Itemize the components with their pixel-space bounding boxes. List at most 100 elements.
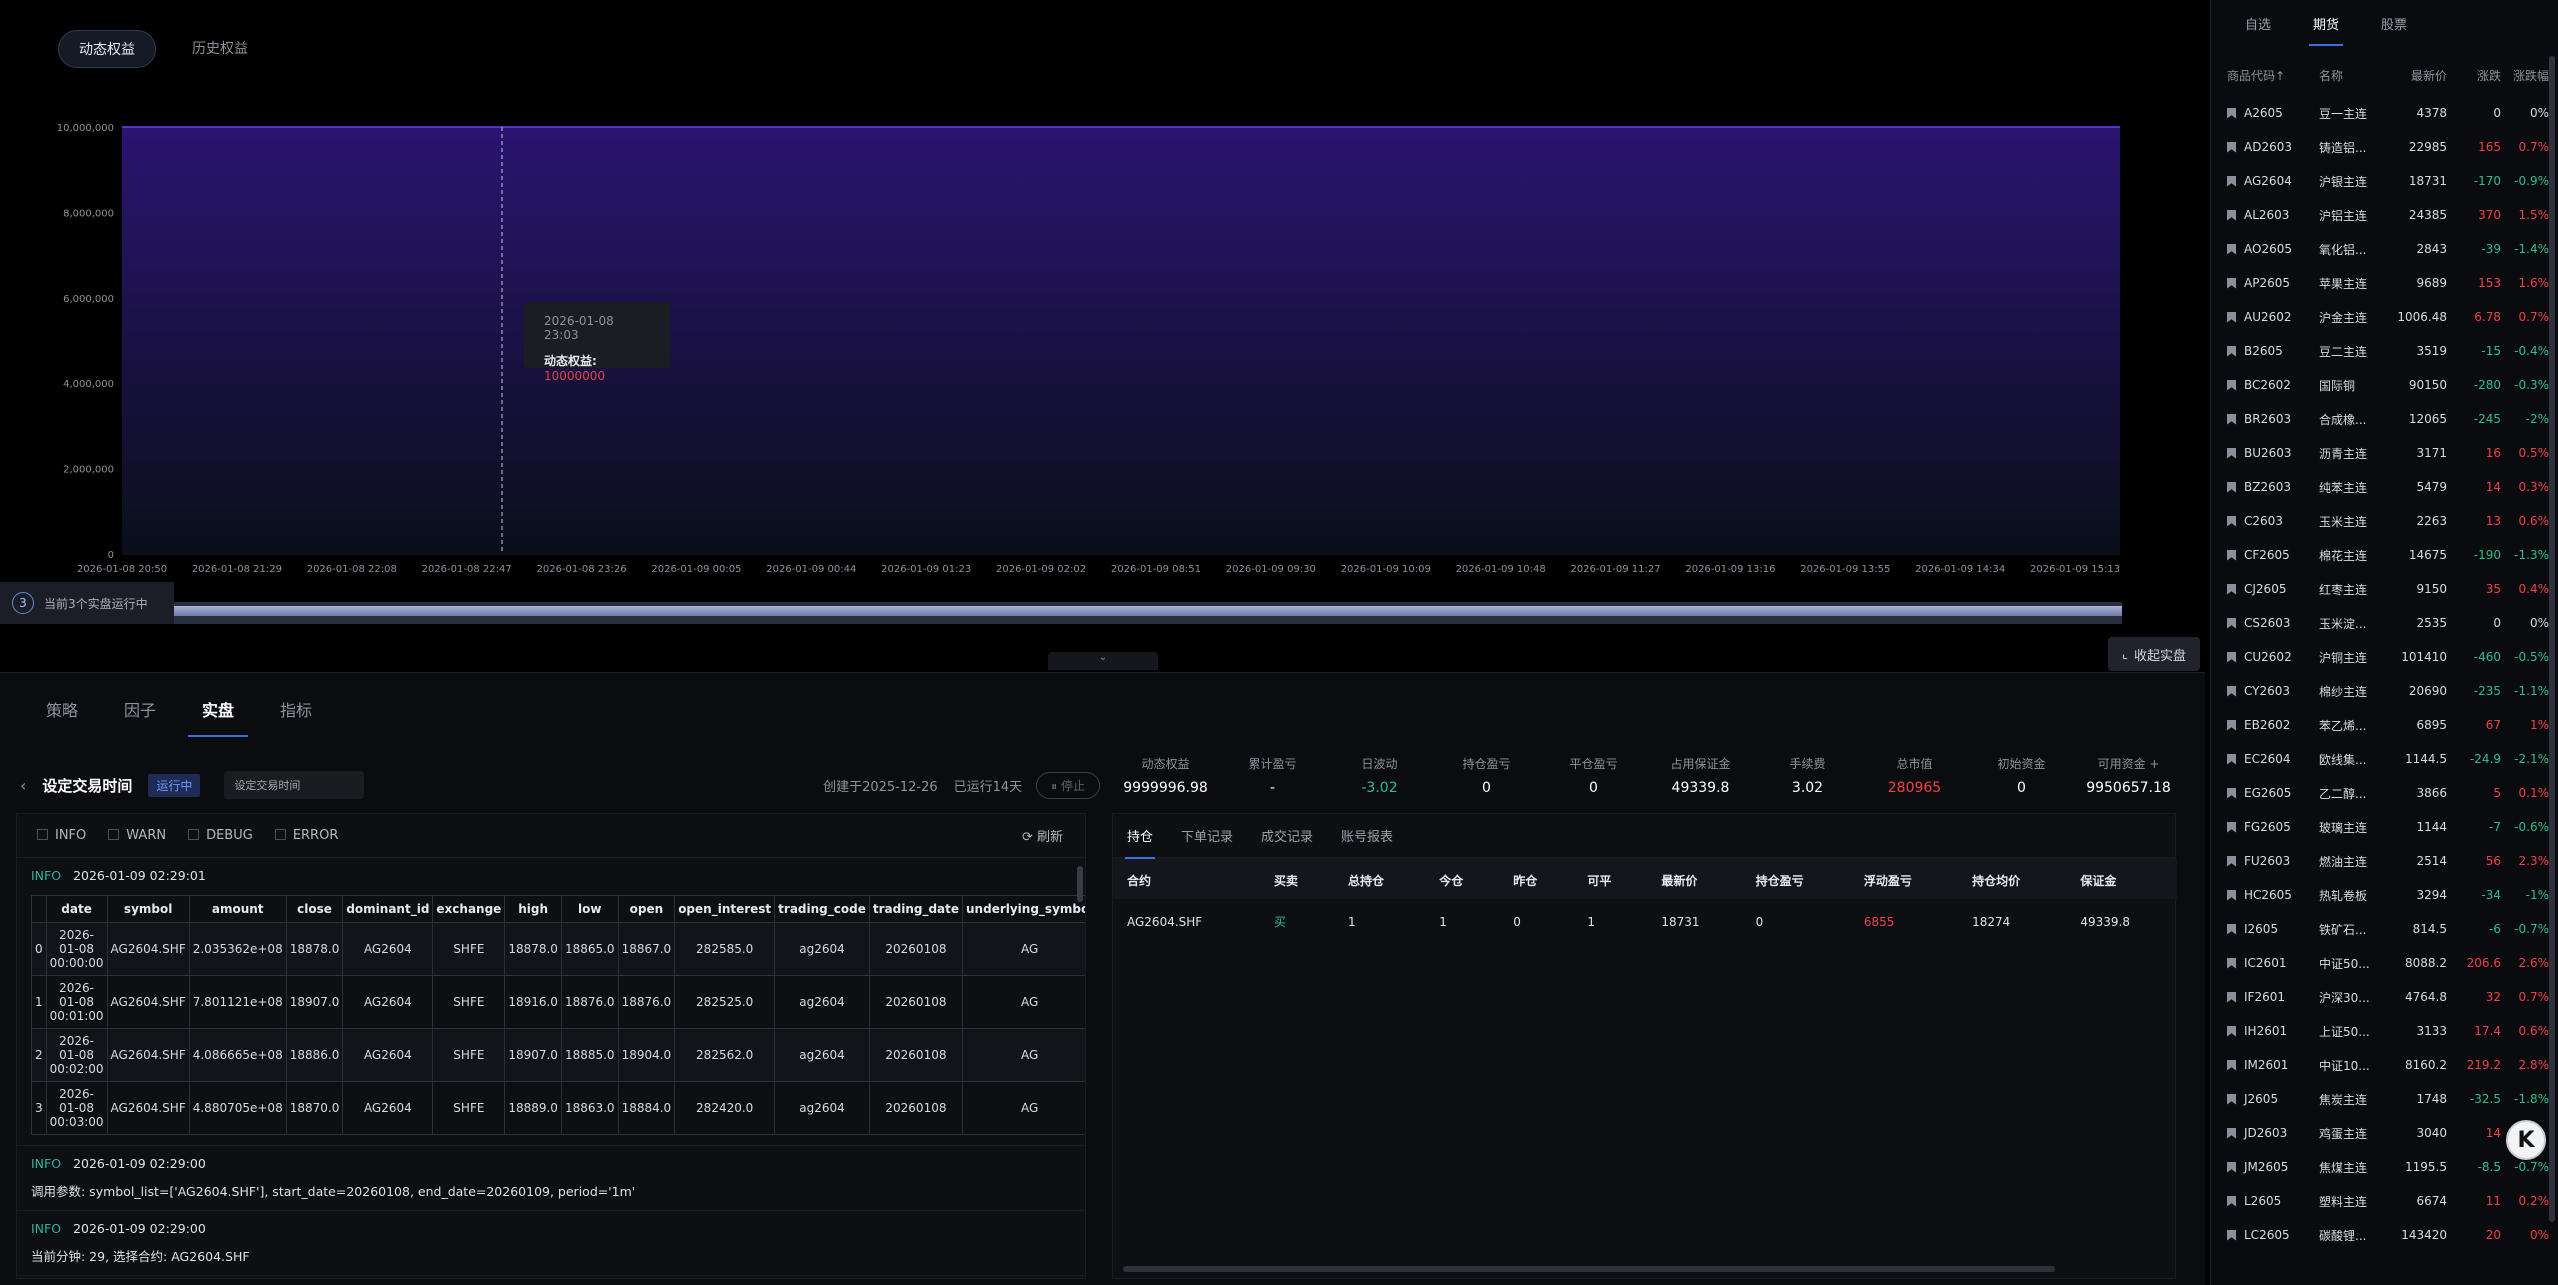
market-row[interactable]: CF2605 棉花主连 14675 -190 -1.3% <box>2211 538 2558 572</box>
market-row[interactable]: IM2601 中证10... 8160.2 219.2 2.8% <box>2211 1048 2558 1082</box>
refresh-button[interactable]: ⟳ 刷新 <box>1022 826 1063 845</box>
col-code[interactable]: 商品代码↑ <box>2211 67 2319 84</box>
market-row[interactable]: L2605 塑料主连 6674 11 0.2% <box>2211 1184 2558 1218</box>
bookmark-icon[interactable] <box>2227 923 2236 935</box>
market-row[interactable]: IF2601 沪深30... 4764.8 32 0.7% <box>2211 980 2558 1014</box>
bookmark-icon[interactable] <box>2227 685 2236 697</box>
bookmark-icon[interactable] <box>2227 209 2236 221</box>
market-row[interactable]: AU2602 沪金主连 1006.48 6.78 0.7% <box>2211 300 2558 334</box>
bookmark-icon[interactable] <box>2227 1127 2236 1139</box>
market-row[interactable]: J2605 焦炭主连 1748 -32.5 -1.8% <box>2211 1082 2558 1116</box>
bookmark-icon[interactable] <box>2227 821 2236 833</box>
market-scrollbar[interactable] <box>2549 56 2555 1222</box>
market-row[interactable]: CY2603 棉纱主连 20690 -235 -1.1% <box>2211 674 2558 708</box>
bookmark-icon[interactable] <box>2227 583 2236 595</box>
market-row[interactable]: BC2602 国际铜 90150 -280 -0.3% <box>2211 368 2558 402</box>
bookmark-icon[interactable] <box>2227 379 2236 391</box>
market-row[interactable]: EB2602 苯乙烯... 6895 67 1% <box>2211 708 2558 742</box>
bookmark-icon[interactable] <box>2227 719 2236 731</box>
bookmark-icon[interactable] <box>2227 957 2236 969</box>
equity-chart[interactable]: 0 2,000,000 4,000,000 6,000,000 8,000,000 10,… <box>0 0 2205 600</box>
bookmark-icon[interactable] <box>2227 991 2236 1003</box>
tab-dynamic-equity[interactable]: 动态权益 <box>58 30 156 68</box>
market-row[interactable]: FG2605 玻璃主连 1144 -7 -0.6% <box>2211 810 2558 844</box>
filter-warn[interactable]: WARN <box>108 828 166 843</box>
bookmark-icon[interactable] <box>2227 787 2236 799</box>
market-row[interactable]: CJ2605 红枣主连 9150 35 0.4% <box>2211 572 2558 606</box>
market-row[interactable]: CU2602 沪铜主连 101410 -460 -0.5% <box>2211 640 2558 674</box>
market-row[interactable]: AG2604 沪银主连 18731 -170 -0.9% <box>2211 164 2558 198</box>
market-row[interactable]: C2603 玉米主连 2263 13 0.6% <box>2211 504 2558 538</box>
bookmark-icon[interactable] <box>2227 413 2236 425</box>
collapse-chevron-icon[interactable]: ⌄ <box>1048 652 1158 670</box>
k-logo-button[interactable]: K <box>2506 1120 2546 1160</box>
bookmark-icon[interactable] <box>2227 889 2236 901</box>
filter-info[interactable]: INFO <box>37 828 86 843</box>
bookmark-icon[interactable] <box>2227 141 2236 153</box>
positions-row[interactable]: AG2604.SHF 买 1 1 0 1 18731 0 6855 18274 49339.8 <box>1113 899 2177 944</box>
bookmark-icon[interactable] <box>2227 481 2236 493</box>
filter-debug[interactable]: DEBUG <box>188 828 253 843</box>
bookmark-icon[interactable] <box>2227 107 2236 119</box>
market-row[interactable]: AD2603 铸造铝... 22985 165 0.7% <box>2211 130 2558 164</box>
bookmark-icon[interactable] <box>2227 1059 2236 1071</box>
market-row[interactable]: A2605 豆一主连 4378 0 0% <box>2211 96 2558 130</box>
bookmark-icon[interactable] <box>2227 1093 2236 1105</box>
bookmark-icon[interactable] <box>2227 1025 2236 1037</box>
market-row[interactable]: IC2601 中证50... 8088.2 206.6 2.6% <box>2211 946 2558 980</box>
tab-factor[interactable]: 因子 <box>124 697 156 737</box>
market-row[interactable]: CS2603 玉米淀... 2535 0 0% <box>2211 606 2558 640</box>
bookmark-icon[interactable] <box>2227 617 2236 629</box>
market-row[interactable]: BR2603 合成橡... 12065 -245 -2% <box>2211 402 2558 436</box>
collapse-live-button[interactable]: ⌞ 收起实盘 <box>2108 637 2200 671</box>
bookmark-icon[interactable] <box>2227 515 2236 527</box>
market-row[interactable]: AL2603 沪铝主连 24385 370 1.5% <box>2211 198 2558 232</box>
market-row[interactable]: EC2604 欧线集... 1144.5 -24.9 -2.1% <box>2211 742 2558 776</box>
bookmark-icon[interactable] <box>2227 1195 2236 1207</box>
tab-holdings[interactable]: 持仓 <box>1124 826 1156 859</box>
market-row[interactable]: AO2605 氧化铝... 2843 -39 -1.4% <box>2211 232 2558 266</box>
tab-indicator[interactable]: 指标 <box>280 697 312 737</box>
trade-time-field[interactable]: 设定交易时间 <box>224 771 365 799</box>
market-row[interactable]: HC2605 热轧卷板 3294 -34 -1% <box>2211 878 2558 912</box>
bookmark-icon[interactable] <box>2227 175 2236 187</box>
market-row[interactable]: FU2603 燃油主连 2514 56 2.3% <box>2211 844 2558 878</box>
tab-live[interactable]: 实盘 <box>188 697 249 737</box>
market-row[interactable]: IH2601 上证50... 3133 17.4 0.6% <box>2211 1014 2558 1048</box>
tab-trade-records[interactable]: 成交记录 <box>1261 826 1313 845</box>
bookmark-icon[interactable] <box>2227 345 2236 357</box>
tab-order-records[interactable]: 下单记录 <box>1181 826 1233 845</box>
bookmark-icon[interactable] <box>2227 549 2236 561</box>
slider-track[interactable] <box>174 606 2122 616</box>
market-row[interactable]: LC2605 碳酸锂... 143420 20 0% <box>2211 1218 2558 1252</box>
market-row[interactable]: BU2603 沥青主连 3171 16 0.5% <box>2211 436 2558 470</box>
bookmark-icon[interactable] <box>2227 855 2236 867</box>
filter-error[interactable]: ERROR <box>274 828 338 843</box>
bookmark-icon[interactable] <box>2227 311 2236 323</box>
bookmark-icon[interactable] <box>2227 753 2236 765</box>
chart-range-slider[interactable] <box>174 602 2122 624</box>
bookmark-icon[interactable] <box>2227 1229 2236 1241</box>
tab-stocks[interactable]: 股票 <box>2381 14 2407 33</box>
market-row[interactable]: B2605 豆二主连 3519 -15 -0.4% <box>2211 334 2558 368</box>
market-row[interactable]: JM2605 焦煤主连 1195.5 -8.5 -0.7% <box>2211 1150 2558 1184</box>
market-row[interactable]: BZ2603 纯苯主连 5479 14 0.3% <box>2211 470 2558 504</box>
bookmark-icon[interactable] <box>2227 243 2236 255</box>
tab-account-report[interactable]: 账号报表 <box>1341 826 1393 845</box>
log-scrollbar[interactable] <box>1077 866 1083 902</box>
bookmark-icon[interactable] <box>2227 277 2236 289</box>
positions-hscrollbar[interactable] <box>1123 1266 2055 1272</box>
bookmark-icon[interactable] <box>2227 1161 2236 1173</box>
stop-button[interactable]: ⏸ 停止 <box>1036 771 1100 799</box>
market-row[interactable]: AP2605 苹果主连 9689 153 1.6% <box>2211 266 2558 300</box>
market-row[interactable]: I2605 铁矿石... 814.5 -6 -0.7% <box>2211 912 2558 946</box>
tab-history-equity[interactable]: 历史权益 <box>172 30 268 68</box>
running-strategies-badge[interactable]: 3 当前3个实盘运行中 <box>0 582 174 624</box>
tab-futures[interactable]: 期货 <box>2309 14 2344 46</box>
tab-watchlist[interactable]: 自选 <box>2245 14 2271 33</box>
market-row[interactable]: EG2605 乙二醇... 3866 5 0.1% <box>2211 776 2558 810</box>
bookmark-icon[interactable] <box>2227 447 2236 459</box>
tab-strategy[interactable]: 策略 <box>46 697 78 737</box>
bookmark-icon[interactable] <box>2227 651 2236 663</box>
back-arrow-icon[interactable]: ‹ <box>20 776 26 795</box>
